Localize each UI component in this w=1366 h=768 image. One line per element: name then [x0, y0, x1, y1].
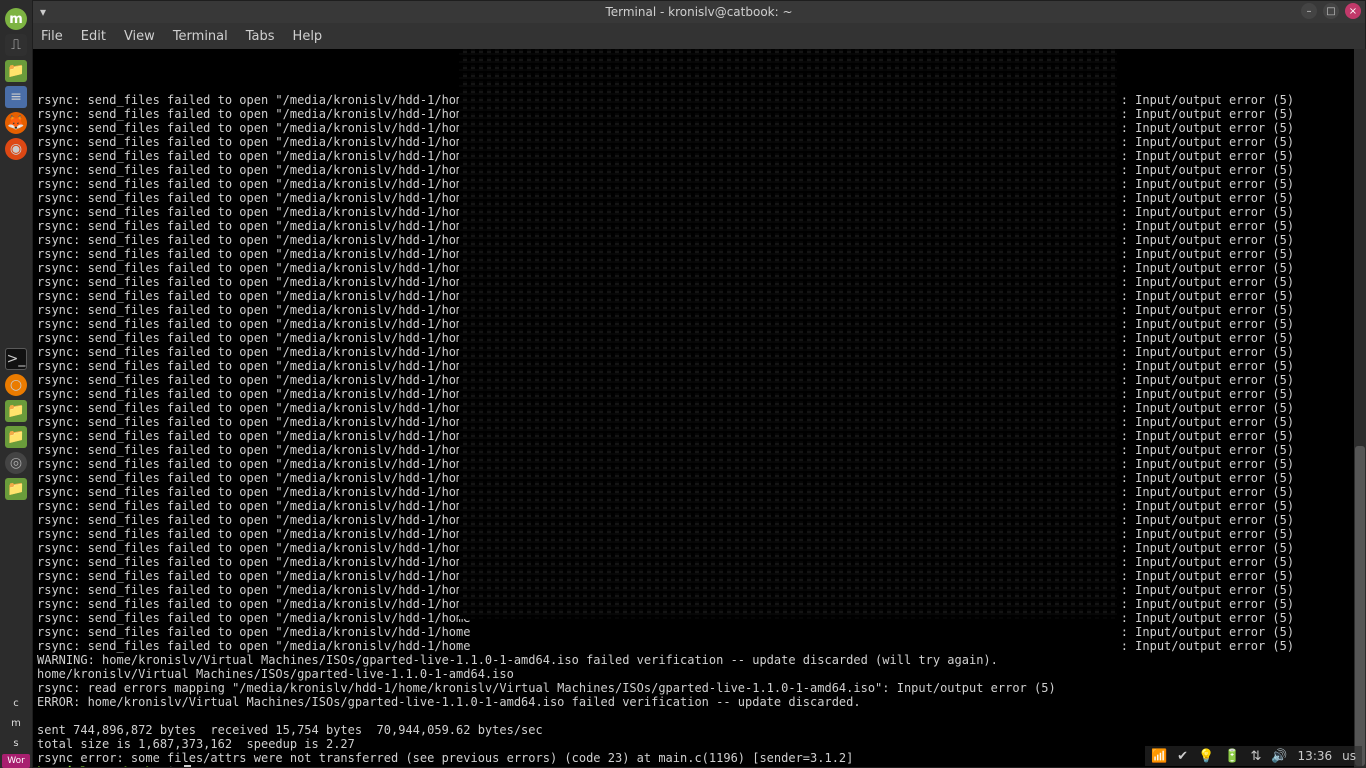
system-tray[interactable]: 📶 ✔ 💡 🔋 ⇅ 🔊 13:36 us: [1145, 746, 1362, 766]
window-title: Terminal - kronislv@catbook: ~: [33, 5, 1365, 19]
window-menu-icon[interactable]: ▾: [33, 5, 53, 19]
terminal-line: home/kronislv/Virtual Machines/ISOs/gpar…: [37, 667, 1361, 681]
terminal-scrollbar[interactable]: [1354, 49, 1366, 768]
software-center-icon[interactable]: ○: [5, 374, 27, 396]
censored-region: [459, 49, 1117, 619]
disks-icon[interactable]: ◎: [5, 452, 27, 474]
system-monitor-icon[interactable]: ⎍: [5, 34, 27, 56]
workspace-switcher[interactable]: Wor: [2, 754, 30, 768]
bulb-icon[interactable]: 💡: [1198, 749, 1214, 764]
scrollbar-thumb[interactable]: [1355, 446, 1365, 766]
ubuntu-software-icon[interactable]: ◉: [5, 138, 27, 160]
start-menu-icon[interactable]: m: [5, 8, 27, 30]
clock[interactable]: 13:36: [1298, 749, 1333, 763]
menu-help[interactable]: Help: [293, 29, 323, 44]
panel-indicator-m[interactable]: m: [11, 714, 21, 734]
terminal-line: ERROR: home/kronislv/Virtual Machines/IS…: [37, 695, 1361, 709]
menu-edit[interactable]: Edit: [81, 29, 106, 44]
volume-icon[interactable]: 🔊: [1271, 749, 1287, 764]
files-folder-1-icon[interactable]: 📁: [5, 400, 27, 422]
wifi-icon[interactable]: 📶: [1151, 749, 1167, 764]
rsync-error-line: rsync: send_files failed to open "/media…: [37, 639, 1361, 653]
titlebar[interactable]: ▾ Terminal - kronislv@catbook: ~ – □ ×: [33, 1, 1365, 23]
files-folder-3-icon[interactable]: 📁: [5, 478, 27, 500]
terminal-line: sent 744,896,872 bytes received 15,754 b…: [37, 723, 1361, 737]
libreoffice-writer-icon[interactable]: ≡: [5, 86, 27, 108]
rsync-error-line: rsync: send_files failed to open "/media…: [37, 625, 1361, 639]
taskbar-panel[interactable]: m⎍📁≡🦊◉>_○📁📁◎📁 cms Wor: [0, 0, 32, 768]
terminal-window: ▾ Terminal - kronislv@catbook: ~ – □ × F…: [32, 0, 1366, 768]
menu-file[interactable]: File: [41, 29, 63, 44]
network-icon[interactable]: ⇅: [1250, 749, 1261, 764]
menu-view[interactable]: View: [124, 29, 155, 44]
terminal-taskbar-icon[interactable]: >_: [5, 348, 27, 370]
menubar[interactable]: File Edit View Terminal Tabs Help: [33, 23, 1365, 49]
terminal-output[interactable]: rsync: send_files failed to open "/media…: [33, 49, 1365, 767]
menu-terminal[interactable]: Terminal: [173, 29, 228, 44]
terminal-line: WARNING: home/kronislv/Virtual Machines/…: [37, 653, 1361, 667]
files-folder-2-icon[interactable]: 📁: [5, 426, 27, 448]
keyboard-layout-indicator[interactable]: us: [1342, 749, 1356, 763]
window-close-button[interactable]: ×: [1345, 3, 1361, 19]
terminal-cursor[interactable]: [184, 765, 191, 767]
battery-icon[interactable]: 🔋: [1224, 749, 1240, 764]
panel-indicator-c[interactable]: c: [11, 694, 21, 714]
menu-tabs[interactable]: Tabs: [246, 29, 275, 44]
window-minimize-button[interactable]: –: [1301, 3, 1317, 19]
shield-icon[interactable]: ✔: [1177, 749, 1188, 764]
files-home-icon[interactable]: 📁: [5, 60, 27, 82]
terminal-line: [37, 709, 1361, 723]
terminal-line: rsync: read errors mapping "/media/kroni…: [37, 681, 1361, 695]
firefox-icon[interactable]: 🦊: [5, 112, 27, 134]
panel-indicator-s[interactable]: s: [11, 734, 21, 754]
window-maximize-button[interactable]: □: [1323, 3, 1339, 19]
